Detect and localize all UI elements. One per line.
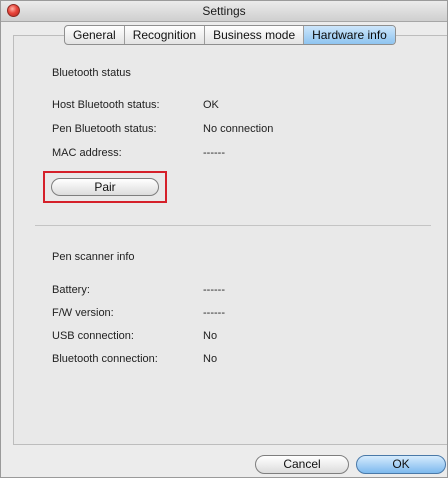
pen-bluetooth-status-value: No connection (203, 123, 274, 135)
settings-tabs: General Recognition Business mode Hardwa… (64, 25, 396, 45)
pen-bluetooth-status-label: Pen Bluetooth status: (52, 123, 157, 135)
mac-address-value: ------ (203, 147, 225, 159)
hardware-info-panel: Bluetooth status Host Bluetooth status: … (13, 35, 447, 445)
fw-version-label: F/W version: (52, 307, 114, 319)
bluetooth-connection-label: Bluetooth connection: (52, 353, 158, 365)
section-divider (35, 225, 431, 226)
title-bar: Settings (1, 1, 447, 22)
usb-connection-label: USB connection: (52, 330, 134, 342)
window-title: Settings (202, 4, 246, 18)
tab-business-mode[interactable]: Business mode (205, 26, 305, 44)
bluetooth-status-heading: Bluetooth status (52, 67, 131, 79)
cancel-button[interactable]: Cancel (255, 455, 349, 474)
battery-label: Battery: (52, 284, 90, 296)
fw-version-value: ------ (203, 307, 225, 319)
host-bluetooth-status-value: OK (203, 99, 219, 111)
bluetooth-connection-value: No (203, 353, 218, 365)
pair-button[interactable]: Pair (51, 178, 159, 196)
tab-general[interactable]: General (65, 26, 125, 44)
tab-recognition[interactable]: Recognition (125, 26, 206, 44)
battery-value: ------ (203, 284, 225, 296)
host-bluetooth-status-label: Host Bluetooth status: (52, 99, 160, 111)
ok-button[interactable]: OK (356, 455, 446, 474)
mac-address-label: MAC address: (52, 147, 122, 159)
tab-hardware-info[interactable]: Hardware info (304, 26, 395, 44)
usb-connection-value: No (203, 330, 218, 342)
settings-window: Settings Bluetooth status Host Bluetooth… (0, 0, 448, 478)
pen-scanner-info-heading: Pen scanner info (52, 251, 135, 263)
